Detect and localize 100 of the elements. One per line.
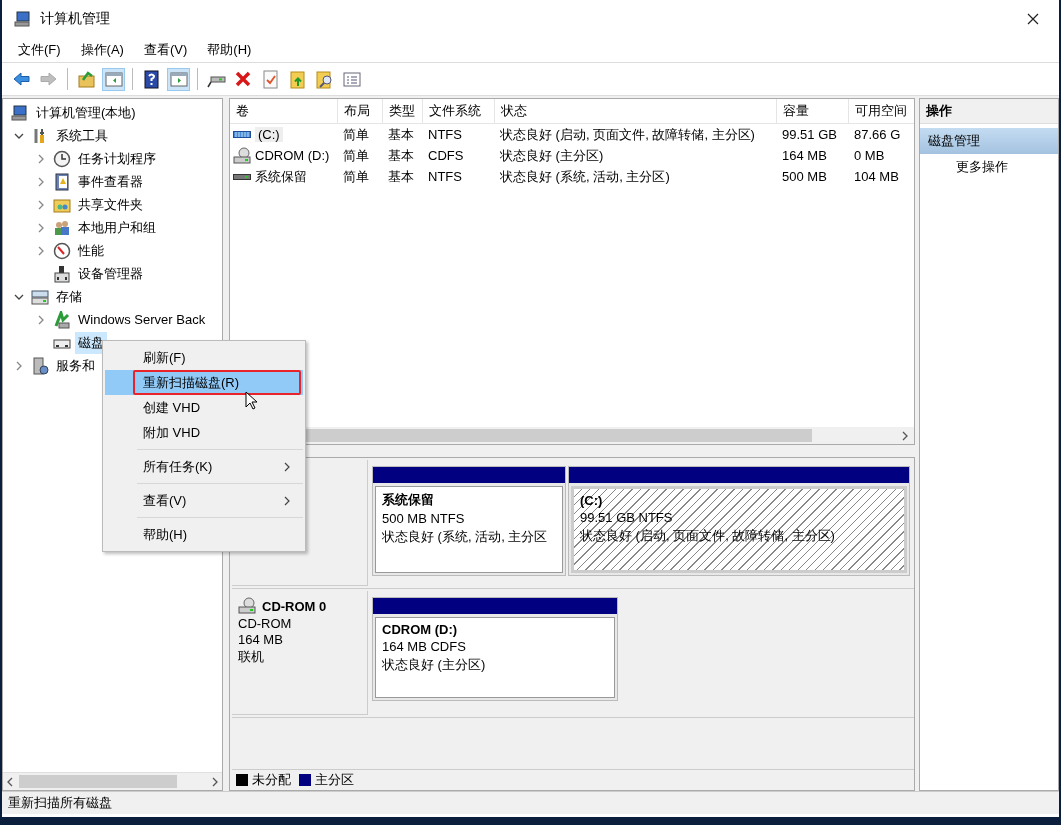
table-cell: 状态良好 (系统, 活动, 主分区) [500,167,670,186]
disk-info: 164 MB [238,632,284,647]
partition-size: 164 MB CDFS [382,639,467,654]
drive-icon [233,131,251,138]
menu-item[interactable]: 附加 VHD [105,420,303,445]
column-header[interactable]: 卷 [230,99,338,123]
table-cell: 500 MB [782,169,827,184]
action-link[interactable]: 更多操作 [956,158,1008,176]
column-header[interactable]: 类型 [383,99,423,123]
menu-item[interactable]: 刷新(F) [105,345,303,370]
partition-title: (C:) [580,493,604,508]
table-cell[interactable]: 系统保留 [255,167,307,186]
window-title: 计算机管理 [40,10,110,28]
list-icon [341,69,362,89]
back-arrow-icon [11,69,32,89]
menu-item[interactable]: 查看(V) [133,39,198,61]
legend-label: 未分配 [252,771,291,789]
menu-item[interactable]: 文件(F) [8,39,71,61]
table-cell[interactable]: (C:) [255,127,283,142]
table-cell: CDFS [428,148,464,163]
menu-item[interactable]: 创建 VHD [105,395,303,420]
tree-item[interactable]: 事件查看器 [75,170,146,193]
column-header[interactable]: 状态 [495,99,777,123]
mouse-pointer-icon [245,391,257,410]
table-cell: 基本 [388,146,414,165]
chevron-right-icon[interactable] [36,245,46,256]
log-book-icon [53,172,71,191]
tree-item[interactable]: Windows Server Back [75,310,209,329]
search-icon [314,69,335,89]
table-cell: 状态良好 (启动, 页面文件, 故障转储, 主分区) [500,125,755,144]
forward-arrow-icon [38,69,59,89]
table-cell: 164 MB [782,148,827,163]
drive-icon [233,173,251,180]
tree-item[interactable]: 设备管理器 [75,262,146,285]
pane-toggle-icon [168,69,189,89]
menu-item[interactable]: 帮助(H) [105,522,303,547]
disk-info: CD-ROM [238,616,293,631]
action-section[interactable]: 磁盘管理 [920,128,1058,154]
close-icon[interactable] [1027,13,1039,25]
tree-item[interactable]: 计算机管理(本地) [33,101,139,124]
disk-label-panel[interactable]: CD-ROM 0 CD-ROM 164 MB 联机 [232,591,368,715]
tree-item[interactable]: 任务计划程序 [75,147,159,170]
table-cell: 87.66 G [854,127,901,142]
partition-status: 状态良好 (主分区) [382,656,487,674]
legend-label: 主分区 [315,771,354,789]
chevron-right-icon [283,461,291,472]
users-icon [53,218,71,237]
partition-title: CDROM (D:) [382,622,459,637]
device-icon [53,264,71,283]
pane-toggle-icon [103,69,124,89]
chevron-right-icon [283,495,291,506]
partition-block[interactable]: CDROM (D:) 164 MB CDFS 状态良好 (主分区) [372,597,618,701]
partition-status: 状态良好 (启动, 页面文件, 故障转储, 主分区) [580,527,836,545]
scrollbar-thumb[interactable] [19,775,177,788]
tree-item[interactable]: 磁盘 [75,331,107,354]
tree-item[interactable]: 系统工具 [53,124,111,147]
table-cell: 基本 [388,167,414,186]
menu-item[interactable]: 查看(V) [105,488,303,513]
chevron-right-icon[interactable] [36,222,46,233]
menu-item[interactable]: 重新扫描磁盘(R) [105,370,303,395]
tree-item[interactable]: 服务和 [53,354,98,377]
clock-icon [53,149,71,168]
partition-size: 500 MB NTFS [382,511,466,526]
table-cell: 104 MB [854,169,899,184]
tree-item[interactable]: 本地用户和组 [75,216,159,239]
cd-drive-icon [238,597,256,615]
chevron-right-icon[interactable] [36,314,46,325]
table-cell: 0 MB [854,148,885,163]
gauge-icon [53,241,71,260]
table-cell: NTFS [428,127,462,142]
column-header[interactable]: 文件系统 [423,99,495,123]
table-cell: 状态良好 (主分区) [500,146,604,165]
chevron-right-icon[interactable] [14,360,24,371]
cd-drive-icon [233,146,251,165]
column-header[interactable]: 可用空间 [849,99,914,123]
table-cell: NTFS [428,169,462,184]
chevron-right-icon[interactable] [36,153,46,164]
disk-info: 联机 [238,648,265,666]
column-header[interactable]: 布局 [338,99,383,123]
tree-item[interactable]: 共享文件夹 [75,193,146,216]
partition-block[interactable]: (C:) 99.51 GB NTFS 状态良好 (启动, 页面文件, 故障转储, 主分区) [568,466,910,576]
table-cell: 简单 [343,125,369,144]
partition-block[interactable]: 系统保留 500 MB NTFS 状态良好 (系统, 活动, 主分区 [372,466,566,576]
partition-status: 状态良好 (系统, 活动, 主分区 [382,528,549,546]
backup-icon [53,310,71,329]
partition-size: 99.51 GB NTFS [580,510,674,525]
chevron-right-icon[interactable] [36,176,46,187]
computer-icon [14,10,32,28]
tree-item[interactable]: 性能 [75,239,107,262]
table-cell: 简单 [343,146,369,165]
table-cell: 基本 [388,125,414,144]
chevron-right-icon[interactable] [36,199,46,210]
column-header[interactable]: 容量 [777,99,849,123]
menu-item[interactable]: 所有任务(K) [105,454,303,479]
menu-item[interactable]: 帮助(H) [197,39,262,61]
status-text: 重新扫描所有磁盘 [8,794,112,812]
tree-item[interactable]: 存储 [53,285,85,308]
partition-title: 系统保留 [382,491,435,509]
menu-item[interactable]: 操作(A) [70,39,134,61]
table-cell[interactable]: CDROM (D:) [255,148,330,163]
